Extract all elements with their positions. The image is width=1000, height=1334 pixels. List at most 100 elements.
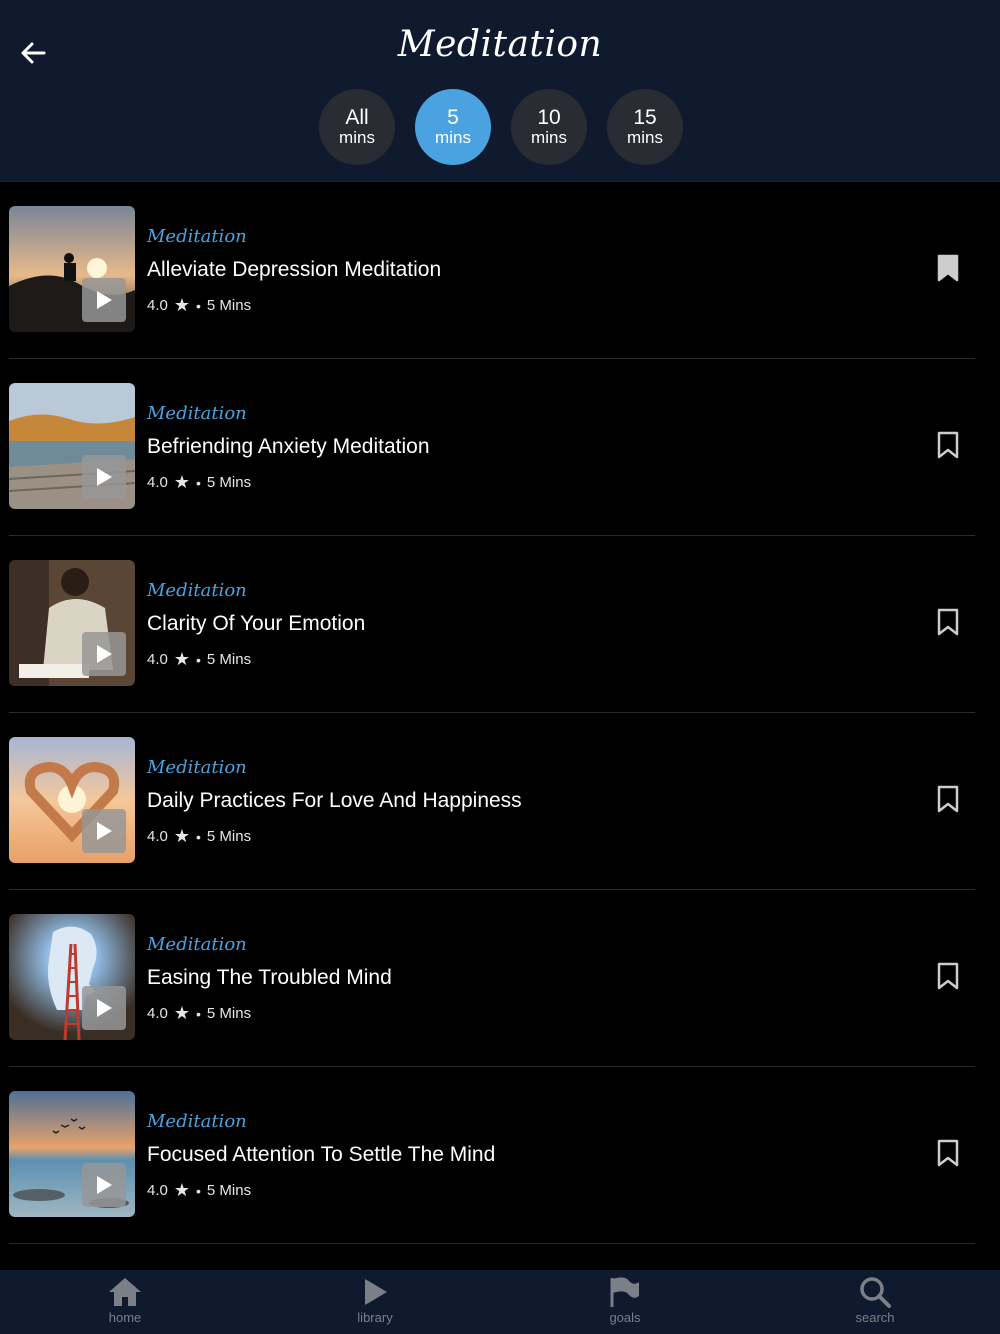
meta-separator: •	[196, 1005, 201, 1022]
thumbnail-sea-birds[interactable]	[9, 1091, 135, 1217]
play-button[interactable]	[82, 278, 126, 322]
home-icon	[109, 1278, 141, 1306]
category-label: Meditation	[147, 580, 247, 601]
thumbnail-heart-hands[interactable]	[9, 737, 135, 863]
play-button[interactable]	[82, 455, 126, 499]
duration-filters: All mins 5 mins 10 mins 15 mins	[319, 89, 683, 165]
nav-goals[interactable]: goals	[565, 1270, 685, 1334]
item-meta: 4.0 ★ • 5 Mins	[147, 649, 251, 670]
play-icon	[97, 645, 112, 663]
star-icon: ★	[173, 826, 190, 846]
rating-value: 4.0	[147, 1005, 168, 1022]
filter-value: All	[345, 106, 369, 130]
bookmark-icon	[937, 254, 959, 282]
bookmark-button[interactable]	[937, 962, 963, 992]
list-item[interactable]: Meditation Clarity Of Your Emotion 4.0 ★…	[9, 536, 975, 713]
flag-icon	[610, 1277, 639, 1307]
meta-separator: •	[196, 474, 201, 491]
item-title[interactable]: Alleviate Depression Meditation	[147, 258, 441, 282]
item-title[interactable]: Clarity Of Your Emotion	[147, 612, 365, 636]
duration-value: 5 Mins	[206, 474, 252, 491]
filter-unit: mins	[627, 128, 663, 148]
play-button[interactable]	[82, 632, 126, 676]
item-meta: 4.0 ★ • 5 Mins	[147, 1003, 251, 1024]
list-item[interactable]: Meditation Befriending Anxiety Meditatio…	[9, 359, 975, 536]
item-meta: 4.0 ★ • 5 Mins	[147, 472, 251, 493]
filter-value: 5	[447, 106, 459, 130]
bottom-nav: home library goals search	[0, 1270, 1000, 1334]
bookmark-button[interactable]	[937, 254, 963, 284]
list-item[interactable]: Meditation Easing The Troubled Mind 4.0 …	[9, 890, 975, 1067]
rating-value: 4.0	[147, 1182, 168, 1199]
bookmark-button[interactable]	[937, 785, 963, 815]
star-icon: ★	[173, 295, 190, 315]
thumbnail-person-writing[interactable]	[9, 560, 135, 686]
play-button[interactable]	[82, 1163, 126, 1207]
meta-separator: •	[196, 828, 201, 845]
item-title[interactable]: Daily Practices For Love And Happiness	[147, 789, 522, 813]
play-icon	[97, 999, 112, 1017]
filter-unit: mins	[435, 128, 471, 148]
filter-value: 10	[537, 106, 561, 130]
page-title: Meditation	[397, 24, 603, 65]
play-button[interactable]	[82, 809, 126, 853]
item-title[interactable]: Befriending Anxiety Meditation	[147, 435, 430, 459]
bookmark-icon	[937, 962, 959, 990]
rating-value: 4.0	[147, 474, 168, 491]
rating-value: 4.0	[147, 828, 168, 845]
nav-label: library	[357, 1310, 393, 1325]
item-meta: 4.0 ★ • 5 Mins	[147, 826, 251, 847]
bookmark-icon	[937, 785, 959, 813]
star-icon: ★	[173, 1003, 190, 1023]
star-icon: ★	[173, 1180, 190, 1200]
play-icon	[97, 291, 112, 309]
nav-search[interactable]: search	[815, 1270, 935, 1334]
play-icon	[97, 468, 112, 486]
bookmark-icon	[937, 1139, 959, 1167]
bookmark-button[interactable]	[937, 431, 963, 461]
filter-all-mins[interactable]: All mins	[319, 89, 395, 165]
meta-separator: •	[196, 651, 201, 668]
duration-value: 5 Mins	[206, 828, 252, 845]
bookmark-icon	[937, 431, 959, 459]
category-label: Meditation	[147, 226, 247, 247]
item-title[interactable]: Easing The Troubled Mind	[147, 966, 392, 990]
list-item[interactable]: Meditation Daily Practices For Love And …	[9, 713, 975, 890]
category-label: Meditation	[147, 934, 247, 955]
nav-label: home	[108, 1310, 142, 1325]
play-icon	[97, 1176, 112, 1194]
rating-value: 4.0	[147, 651, 168, 668]
play-icon	[365, 1279, 387, 1305]
thumbnail-lake-dock[interactable]	[9, 383, 135, 509]
bookmark-button[interactable]	[937, 608, 963, 638]
category-label: Meditation	[147, 1111, 247, 1132]
play-button[interactable]	[82, 986, 126, 1030]
filter-unit: mins	[531, 128, 567, 148]
star-icon: ★	[173, 649, 190, 669]
filter-unit: mins	[339, 128, 375, 148]
nav-label: search	[855, 1310, 895, 1325]
category-label: Meditation	[147, 403, 247, 424]
meta-separator: •	[196, 1182, 201, 1199]
filter-value: 15	[633, 106, 657, 130]
nav-label: goals	[609, 1310, 641, 1325]
filter-15-mins[interactable]: 15 mins	[607, 89, 683, 165]
list-item[interactable]: Meditation Alleviate Depression Meditati…	[9, 182, 975, 359]
search-icon	[860, 1277, 891, 1308]
item-title[interactable]: Focused Attention To Settle The Mind	[147, 1143, 495, 1167]
filter-10-mins[interactable]: 10 mins	[511, 89, 587, 165]
filter-5-mins[interactable]: 5 mins	[415, 89, 491, 165]
thumbnail-sunset-person[interactable]	[9, 206, 135, 332]
rating-value: 4.0	[147, 297, 168, 314]
bookmark-button[interactable]	[937, 1139, 963, 1169]
item-meta: 4.0 ★ • 5 Mins	[147, 1180, 251, 1201]
duration-value: 5 Mins	[206, 1182, 252, 1199]
duration-value: 5 Mins	[206, 297, 252, 314]
nav-home[interactable]: home	[65, 1270, 185, 1334]
nav-library[interactable]: library	[315, 1270, 435, 1334]
thumbnail-head-ladder[interactable]	[9, 914, 135, 1040]
item-meta: 4.0 ★ • 5 Mins	[147, 295, 251, 316]
top-header: Meditation All mins 5 mins 10 mins 15 mi…	[0, 0, 1000, 182]
bookmark-icon	[937, 608, 959, 636]
list-item[interactable]: Meditation Focused Attention To Settle T…	[9, 1067, 975, 1244]
